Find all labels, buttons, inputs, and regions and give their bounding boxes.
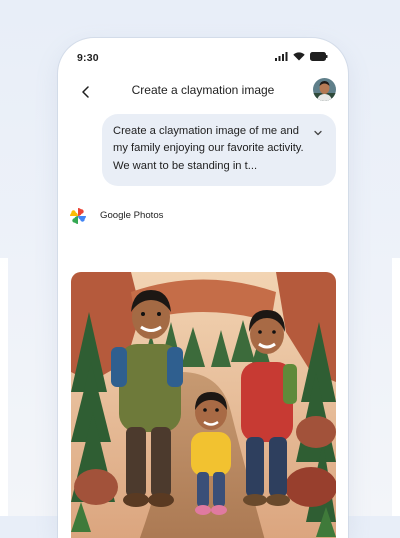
source-label: Google Photos xyxy=(100,210,164,221)
status-time: 9:30 xyxy=(77,52,99,64)
page-title: Create a claymation image xyxy=(131,83,275,97)
generated-claymation-image[interactable] xyxy=(71,272,336,538)
battery-icon xyxy=(310,52,328,61)
prompt-text: Create a claymation image of me and my f… xyxy=(113,125,304,172)
signal-icon xyxy=(275,52,288,61)
background-panel-left xyxy=(0,258,8,516)
wifi-icon xyxy=(293,52,305,61)
chevron-down-icon[interactable] xyxy=(312,126,324,138)
source-row: Google Photos xyxy=(68,206,328,226)
background-panel-right xyxy=(392,258,400,516)
google-photos-icon xyxy=(68,206,88,226)
prompt-bubble[interactable]: Create a claymation image of me and my f… xyxy=(102,114,336,186)
status-icons xyxy=(275,52,328,61)
phone-frame: 9:30 Create a claymation image Create a … xyxy=(58,38,348,538)
status-bar: 9:30 xyxy=(58,38,348,78)
user-avatar[interactable] xyxy=(313,78,336,101)
app-header: Create a claymation image xyxy=(58,78,348,104)
